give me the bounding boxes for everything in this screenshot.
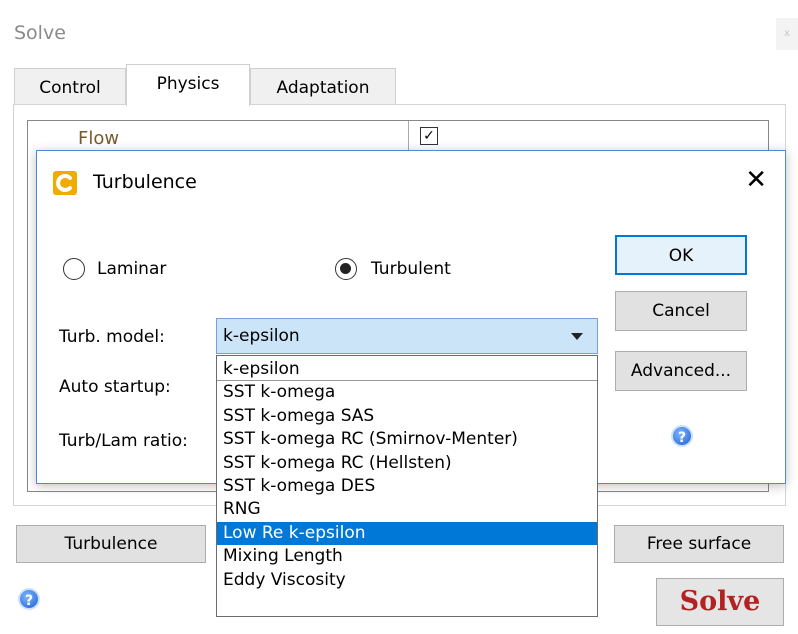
window-close-button[interactable]: x (776, 18, 798, 50)
dropdown-option-sst-k-omega-sas[interactable]: SST k-omega SAS (217, 405, 597, 428)
tab-control[interactable]: Control (14, 68, 126, 106)
dropdown-option-rng[interactable]: RNG (217, 498, 597, 521)
dropdown-option-sst-k-omega-rc-smirnov-menter[interactable]: SST k-omega RC (Smirnov-Menter) (217, 428, 597, 451)
dialog-title: Turbulence (93, 171, 197, 193)
dropdown-option-low-re-k-epsilon[interactable]: Low Re k-epsilon (217, 521, 597, 546)
grid-column-divider (408, 121, 409, 151)
help-icon[interactable]: ? (18, 588, 40, 610)
turb-model-select-value: k-epsilon (223, 326, 300, 346)
dialog-close-icon[interactable]: ✕ (745, 165, 767, 195)
free-surface-button[interactable]: Free surface (614, 525, 784, 563)
tab-adaptation[interactable]: Adaptation (250, 68, 396, 106)
dropdown-option-eddy-viscosity[interactable]: Eddy Viscosity (217, 569, 597, 592)
turb-model-select[interactable]: k-epsilon (216, 318, 598, 354)
window-title: Solve (14, 22, 66, 44)
turbulence-button[interactable]: Turbulence (16, 525, 206, 563)
app-logo-icon (53, 171, 77, 195)
tab-physics[interactable]: Physics (126, 64, 250, 106)
laminar-label: Laminar (97, 259, 167, 279)
ok-button[interactable]: OK (615, 235, 747, 275)
turbulent-label: Turbulent (371, 259, 451, 279)
dropdown-option-sst-k-omega[interactable]: SST k-omega (217, 381, 597, 404)
flow-property-label: Flow (78, 128, 120, 149)
dialog-help-icon[interactable]: ? (671, 425, 693, 447)
chevron-down-icon[interactable] (571, 333, 583, 340)
dialog-titlebar: Turbulence ✕ (37, 151, 785, 213)
advanced-button[interactable]: Advanced... (615, 351, 747, 391)
turbulent-radio[interactable] (335, 258, 357, 280)
solve-button[interactable]: Solve (656, 578, 784, 626)
dropdown-option-mixing-length[interactable]: Mixing Length (217, 545, 597, 568)
auto-startup-label: Auto startup: (59, 377, 171, 397)
laminar-radio[interactable] (63, 258, 85, 280)
turb-model-dropdown: k-epsilon SST k-omega SST k-omega SAS SS… (216, 355, 598, 617)
turb-model-label: Turb. model: (59, 327, 165, 347)
cancel-button[interactable]: Cancel (615, 291, 747, 331)
dropdown-option-sst-k-omega-des[interactable]: SST k-omega DES (217, 475, 597, 498)
flow-checkbox[interactable]: ✓ (420, 127, 438, 145)
turb-lam-ratio-label: Turb/Lam ratio: (59, 431, 188, 451)
dropdown-option-k-epsilon[interactable]: k-epsilon (217, 358, 597, 382)
dropdown-option-sst-k-omega-rc-hellsten[interactable]: SST k-omega RC (Hellsten) (217, 452, 597, 475)
